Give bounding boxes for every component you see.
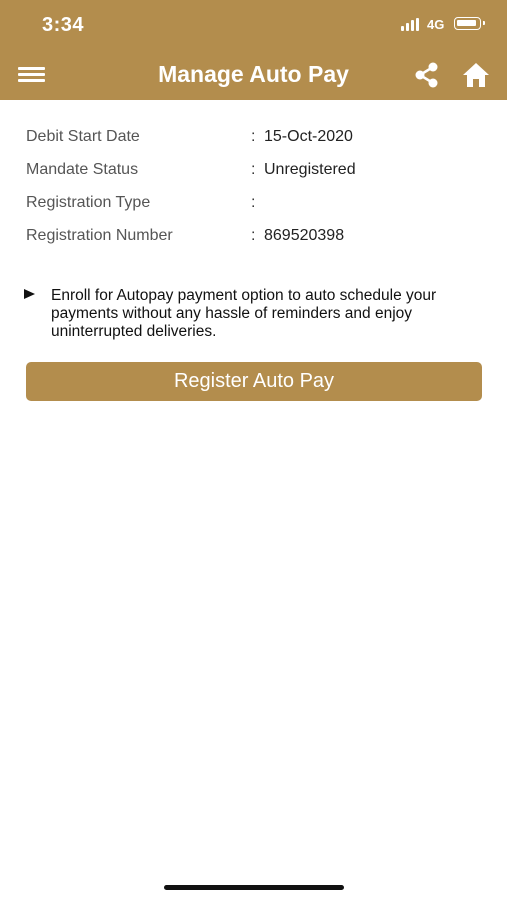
share-icon[interactable]: [413, 61, 441, 89]
detail-separator: :: [251, 128, 256, 145]
nav-bar: Manage Auto Pay: [0, 48, 507, 100]
detail-value: 15-Oct-2020: [264, 128, 353, 145]
battery-icon: [454, 17, 485, 30]
detail-separator: :: [251, 194, 256, 211]
detail-row-debit-start-date: Debit Start Date : 15-Oct-2020: [26, 128, 486, 161]
network-type: 4G: [427, 17, 445, 32]
detail-value: Unregistered: [264, 161, 356, 178]
menu-icon[interactable]: [18, 67, 45, 83]
detail-label: Registration Type: [26, 194, 151, 211]
mandate-details: Debit Start Date : 15-Oct-2020 Mandate S…: [26, 128, 486, 260]
detail-row-mandate-status: Mandate Status : Unregistered: [26, 161, 486, 194]
autopay-info: Enroll for Autopay payment option to aut…: [24, 287, 486, 341]
detail-separator: :: [251, 227, 256, 244]
detail-row-registration-type: Registration Type :: [26, 194, 486, 227]
detail-value: 869520398: [264, 227, 345, 244]
signal-bars-icon: [401, 18, 419, 31]
status-bar: 3:34 4G: [0, 0, 507, 48]
detail-row-registration-number: Registration Number : 869520398: [26, 227, 486, 260]
detail-label: Debit Start Date: [26, 128, 140, 145]
detail-separator: :: [251, 161, 256, 178]
bullet-triangle-icon: [24, 289, 35, 299]
status-time: 3:34: [42, 14, 85, 36]
autopay-info-text: Enroll for Autopay payment option to aut…: [51, 287, 437, 340]
detail-label: Registration Number: [26, 227, 173, 244]
home-icon[interactable]: [461, 61, 491, 89]
detail-label: Mandate Status: [26, 161, 139, 178]
home-indicator[interactable]: [164, 885, 344, 890]
register-auto-pay-button[interactable]: Register Auto Pay: [26, 362, 482, 401]
page-title: Manage Auto Pay: [158, 61, 349, 87]
app-header: 3:34 4G Manage Auto Pay: [0, 0, 507, 100]
